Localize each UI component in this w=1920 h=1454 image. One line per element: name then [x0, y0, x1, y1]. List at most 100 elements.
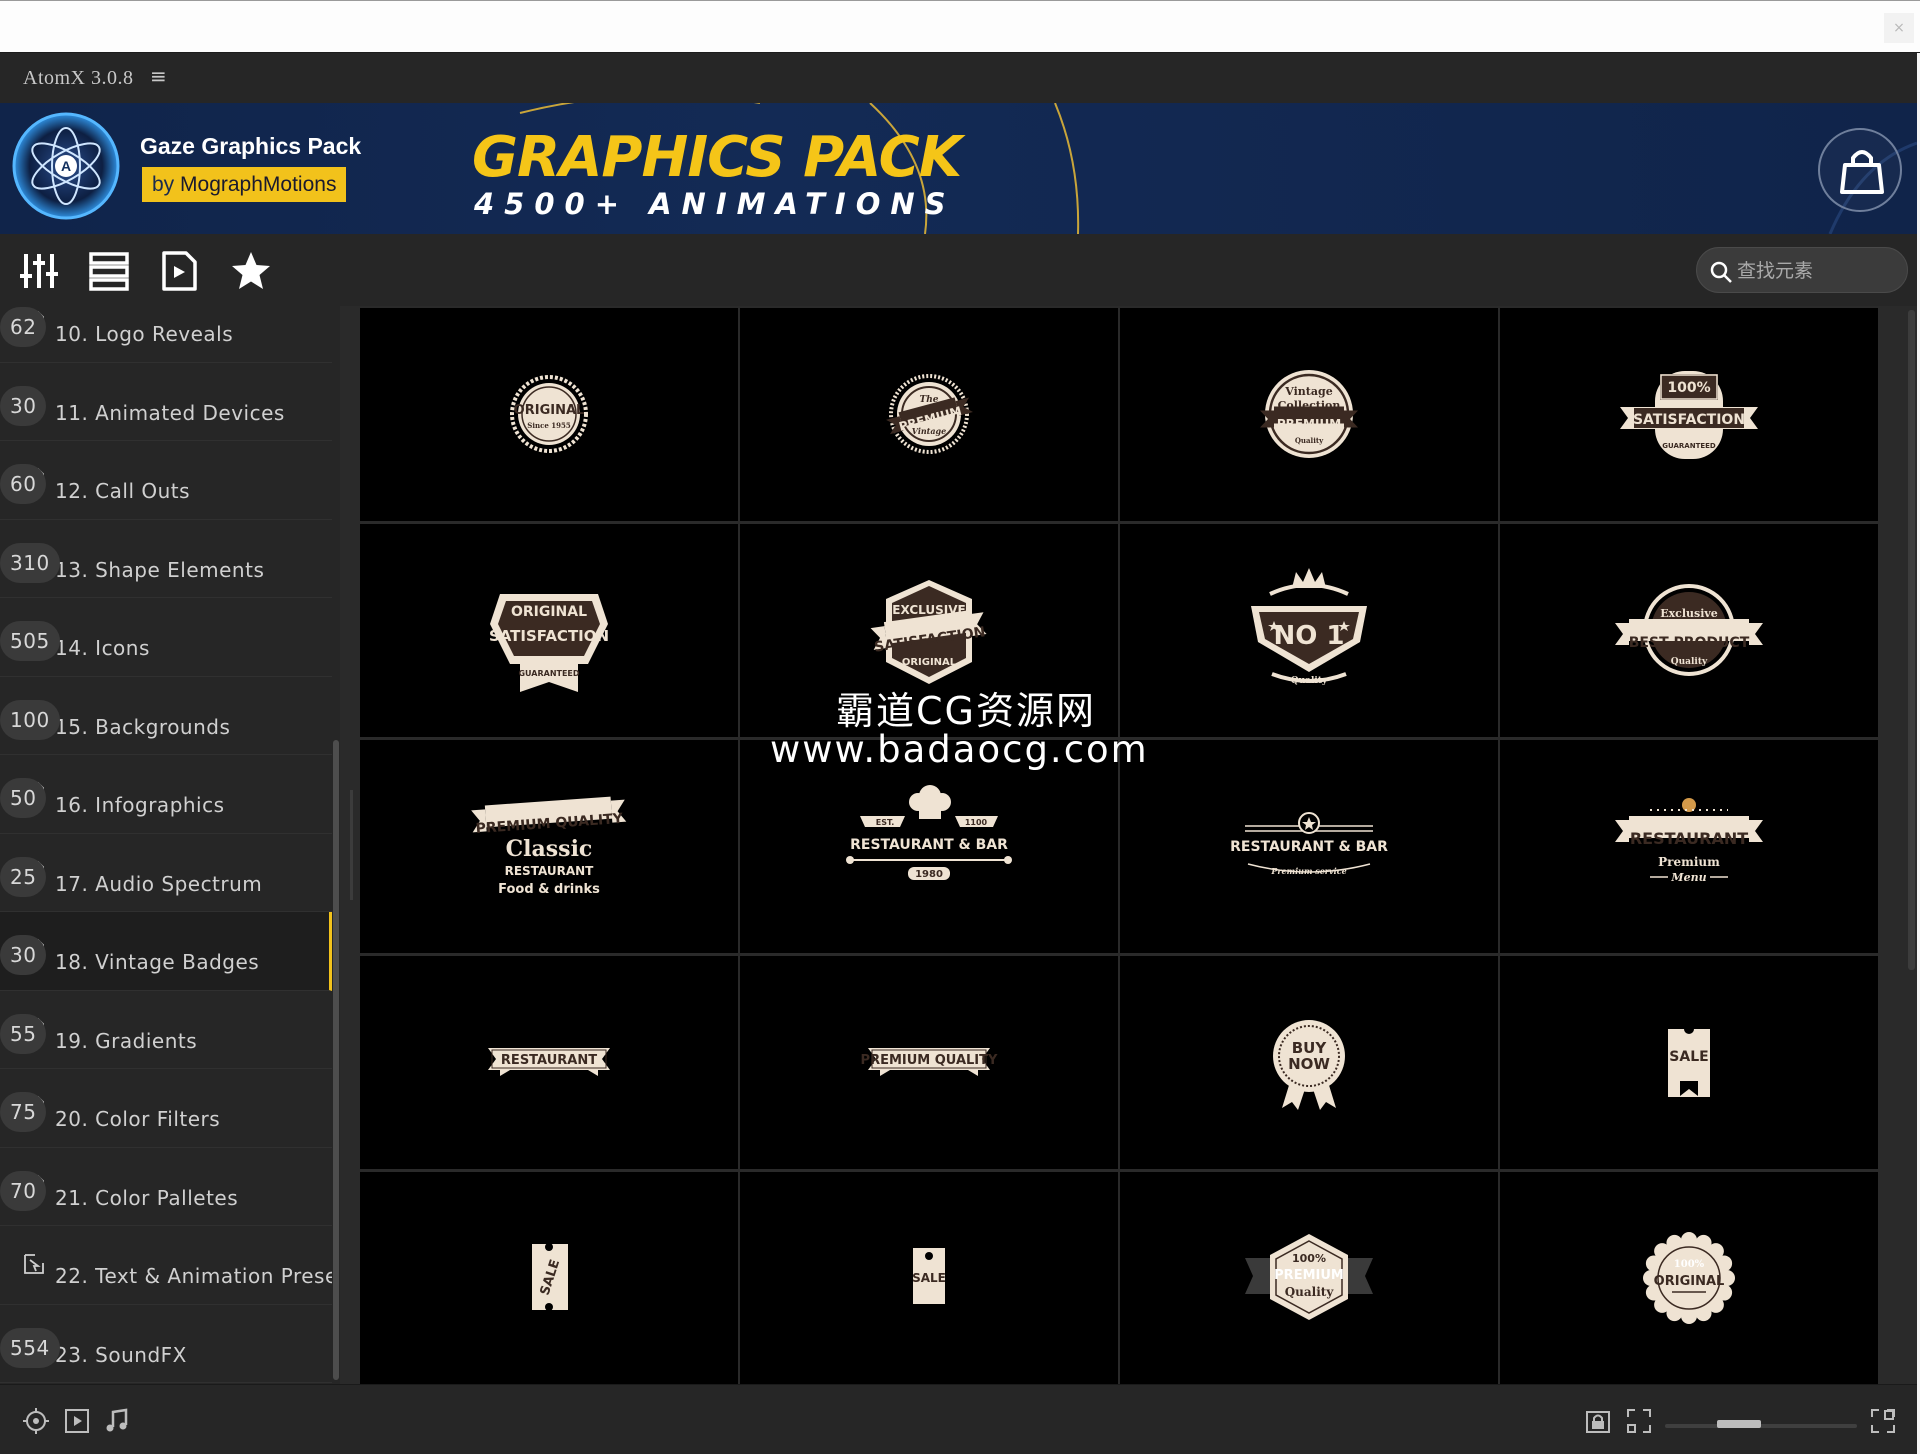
badge-preview-thumbnail[interactable]: SALE	[360, 1172, 738, 1384]
badge-preview-thumbnail[interactable]: 100% PREMIUM Quality	[1120, 1172, 1498, 1384]
badge-text: 100%	[1674, 1259, 1705, 1270]
sidebar-item-count: 25	[0, 856, 47, 897]
badge-preview-thumbnail[interactable]: ORIGINAL SATISFACTION GUARANTEED	[360, 524, 738, 737]
search-input[interactable]	[1737, 256, 1897, 286]
badge-text: GUARANTEED	[1662, 442, 1716, 450]
zoom-slider-thumb[interactable]	[1716, 1420, 1761, 1428]
badge-preview-thumbnail[interactable]: ORIGINAL Since 1955	[360, 308, 738, 521]
badge-text: 1980	[915, 869, 943, 880]
video-file-icon[interactable]	[158, 250, 200, 292]
badge-preview-thumbnail[interactable]: Exclusive BEST PRODUCT Quality	[1500, 524, 1878, 737]
panel-divider-handle[interactable]	[350, 790, 353, 900]
lock-icon[interactable]	[1584, 1407, 1612, 1435]
badge-text: BEST PRODUCT	[1629, 635, 1750, 651]
sidebar-item[interactable]: AE17. Audio Spectrum25	[0, 834, 332, 912]
badge-text: Quality	[1285, 1285, 1335, 1299]
sidebar-item[interactable]: AE18. Vintage Badges30	[0, 912, 332, 991]
hamburger-menu-icon[interactable]: ≡	[150, 64, 167, 88]
pack-banner: A Gaze Graphics Pack by MographMotions G…	[0, 103, 1917, 234]
badge-graphic: 100% PREMIUM Quality	[1245, 1234, 1373, 1320]
badge-text: EST.	[876, 818, 895, 827]
sidebar-item[interactable]: AE10. Logo Reveals62	[0, 306, 332, 363]
sidebar-item[interactable]: AE19. Gradients55	[0, 991, 332, 1069]
badge-preview-thumbnail[interactable]: SALE	[740, 1172, 1118, 1384]
badge-text: PREMIUM	[1274, 1268, 1344, 1283]
sidebar-item[interactable]: AE16. Infographics50	[0, 755, 332, 834]
sidebar-item[interactable]: AE21. Color Palletes70	[0, 1148, 332, 1226]
sliders-icon[interactable]	[18, 250, 60, 292]
badge-preview-thumbnail[interactable]: NO 1 Quality	[1120, 524, 1498, 737]
sidebar-item-label: 19. Gradients	[55, 1028, 198, 1053]
badge-text: GUARANTEED	[518, 669, 579, 678]
sidebar-item-label: 12. Call Outs	[55, 479, 191, 503]
badge-graphic: 100% SATISFACTION GUARANTEED	[1620, 371, 1758, 459]
badge-text: RESTAURANT	[505, 864, 595, 878]
badge-graphic: RESTAURANT	[488, 1048, 610, 1076]
by-prefix: by	[152, 173, 175, 196]
sidebar-item-count: 60	[0, 464, 47, 504]
badge-graphic: 100% ORIGINAL	[1643, 1232, 1735, 1324]
sidebar-item-count: 30	[0, 935, 47, 975]
badge-text: SATISFACTION	[489, 627, 609, 645]
badge-text: PREMIUM QUALITY	[861, 1053, 998, 1068]
sidebar-item[interactable]: 11. Animated Devices 30	[0, 363, 332, 441]
badge-graphic: EST. 1100 RESTAURANT & BAR 1980	[846, 785, 1012, 880]
sidebar-item[interactable]: 23. SoundFX 554	[0, 1305, 332, 1383]
search-box[interactable]	[1696, 247, 1908, 293]
badge-preview-thumbnail[interactable]: RESTAURANT Premium Menu	[1500, 740, 1878, 953]
sidebar-item-label: 11. Animated Devices	[55, 400, 285, 425]
badge-preview-thumbnail[interactable]: RESTAURANT & BAR Premium service	[1120, 740, 1498, 953]
badge-text: SALE	[1669, 1049, 1708, 1065]
zoom-slider-track[interactable]	[1665, 1424, 1857, 1428]
badge-text: Quality	[1295, 436, 1324, 445]
badge-text: NO 1	[1273, 621, 1344, 651]
sidebar-item[interactable]: AE15. Backgrounds100	[0, 677, 332, 755]
pack-author-tag: by MographMotions	[142, 167, 347, 202]
list-view-icon[interactable]	[88, 250, 130, 292]
badge-graphic: RESTAURANT Premium Menu	[1615, 798, 1763, 884]
toolbar	[0, 234, 1917, 306]
badge-preview-thumbnail[interactable]: SALE	[1500, 956, 1878, 1169]
sidebar-scroll-thumb[interactable]	[333, 740, 339, 1380]
badge-text: Menu	[1670, 871, 1706, 884]
badge-preview-thumbnail[interactable]: PREMIUM QUALITY	[740, 956, 1118, 1169]
watermark-title: 霸道CG资源网	[836, 689, 1096, 733]
badge-text: ORIGINAL	[1654, 1274, 1725, 1289]
badge-preview-thumbnail[interactable]: The PREMIUM Vintage	[740, 308, 1118, 521]
badge-preview-thumbnail[interactable]: 100% SATISFACTION GUARANTEED	[1500, 308, 1878, 521]
sidebar-item-count: 30	[0, 385, 47, 426]
badge-preview-thumbnail[interactable]: RESTAURANT	[360, 956, 738, 1169]
sidebar-item-count: 62	[0, 307, 47, 347]
badge-text: Food & drinks	[498, 882, 600, 897]
sidebar-item[interactable]: 22. Text & Animation Presets	[0, 1226, 340, 1305]
sidebar-item[interactable]: AE12. Call Outs60	[0, 441, 332, 520]
badge-text: ORIGINAL	[514, 403, 585, 418]
sidebar-item-label: 21. Color Palletes	[55, 1185, 239, 1210]
grid-scroll-thumb[interactable]	[1908, 310, 1915, 970]
badge-graphic: ORIGINAL SATISFACTION GUARANTEED	[489, 594, 609, 692]
sidebar-item[interactable]: 13. Shape Elements 310	[0, 520, 332, 598]
badge-text: Quality	[1671, 657, 1708, 667]
target-icon[interactable]	[22, 1407, 50, 1435]
sidebar-item[interactable]: 14. Icons 505	[0, 598, 332, 677]
badge-text: ORIGINAL	[902, 657, 957, 668]
sidebar-item-label: 22. Text & Animation Presets	[55, 1264, 340, 1288]
star-icon[interactable]	[230, 250, 272, 292]
expand-icon[interactable]	[1869, 1407, 1897, 1435]
badge-preview-thumbnail[interactable]: 100% ORIGINAL	[1500, 1172, 1878, 1384]
preset-icon	[24, 1254, 44, 1274]
badge-preview-thumbnail[interactable]: PREMIUM QUALITY Classic RESTAURANT Food & d…	[360, 740, 738, 953]
sidebar-item[interactable]: AE20. Color Filters75	[0, 1069, 332, 1148]
badge-text: Premium	[1658, 855, 1720, 869]
fullscreen-icon[interactable]	[1625, 1407, 1653, 1435]
badge-text: RESTAURANT & BAR	[850, 837, 1008, 853]
window-close-button[interactable]: ×	[1884, 13, 1914, 43]
badge-preview-thumbnail[interactable]: BUY NOW	[1120, 956, 1498, 1169]
music-note-icon[interactable]	[103, 1407, 131, 1435]
badge-preview-thumbnail[interactable]: Vintage Collection PREMIUM Quality	[1120, 308, 1498, 521]
badge-text: Exclusive	[1660, 607, 1718, 620]
shopping-bag-button[interactable]	[1818, 128, 1902, 212]
atomx-window: × AtomX 3.0.8 ≡ A Gaze Graphics Pack by …	[0, 0, 1920, 1454]
play-box-icon[interactable]	[63, 1407, 91, 1435]
badge-preview-thumbnail[interactable]: EST. 1100 RESTAURANT & BAR 1980	[740, 740, 1118, 953]
